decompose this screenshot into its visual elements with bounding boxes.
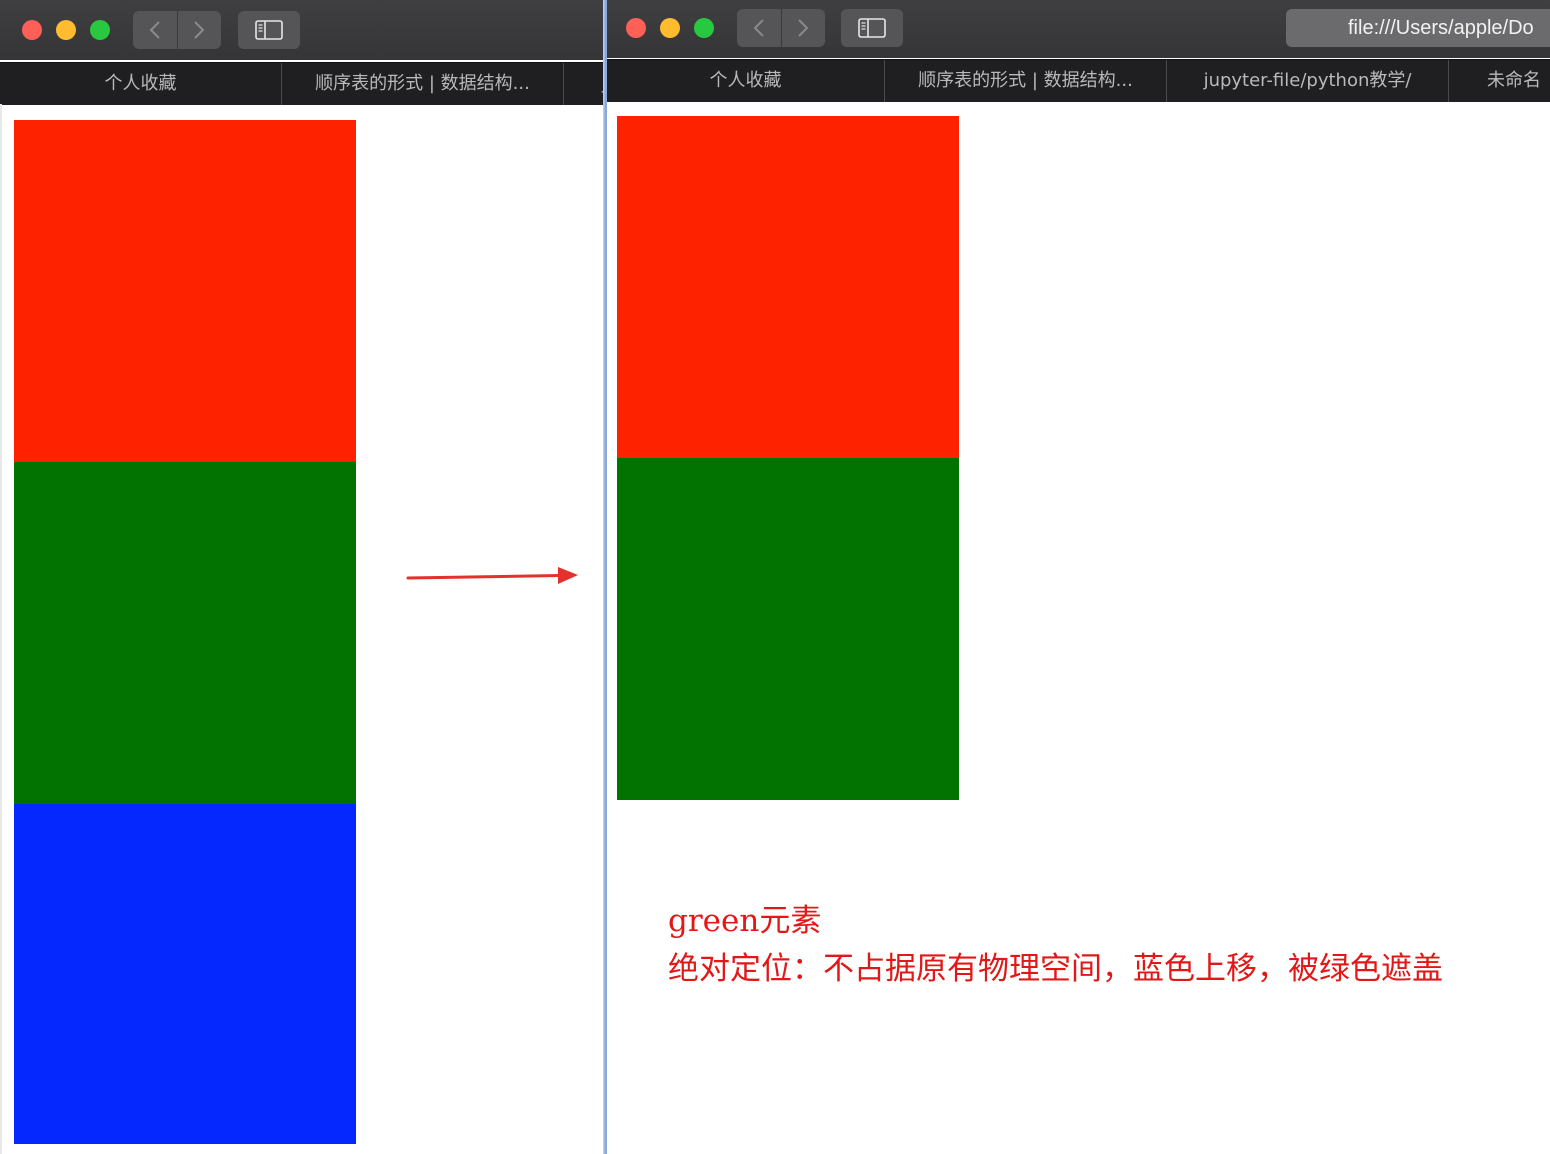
- tab-sequence-list[interactable]: 顺序表的形式 | 数据结构...: [282, 63, 564, 105]
- sidebar-toggle-button[interactable]: [841, 9, 903, 47]
- nav-buttons: [133, 11, 221, 49]
- chevron-right-icon: [194, 21, 205, 39]
- tab-untitled[interactable]: 未命名: [1449, 60, 1550, 102]
- annotation-line-2: 绝对定位：不占据原有物理空间，蓝色上移，被绿色遮盖: [668, 951, 1443, 987]
- tab-favorites[interactable]: 个人收藏: [607, 60, 885, 102]
- left-tab-bar: 个人收藏 顺序表的形式 | 数据结构... j: [0, 62, 604, 105]
- chevron-left-icon: [149, 21, 160, 39]
- page-edge: [0, 104, 2, 1154]
- tab-favorites[interactable]: 个人收藏: [0, 63, 282, 105]
- chevron-left-icon: [753, 19, 764, 37]
- back-button[interactable]: [737, 9, 781, 47]
- sidebar-icon: [255, 20, 283, 40]
- close-window-button[interactable]: [626, 18, 646, 38]
- green-box: [617, 458, 959, 800]
- green-box: [14, 462, 356, 804]
- right-titlebar: file:///Users/apple/Do: [607, 0, 1550, 58]
- minimize-window-button[interactable]: [660, 18, 680, 38]
- forward-button[interactable]: [780, 9, 826, 47]
- chevron-right-icon: [798, 19, 809, 37]
- annotation-line-1: green元素: [668, 903, 822, 939]
- left-titlebar: [0, 0, 604, 60]
- nav-buttons: [737, 9, 825, 47]
- close-window-button[interactable]: [22, 20, 42, 40]
- tab-sequence-list[interactable]: 顺序表的形式 | 数据结构...: [885, 60, 1167, 102]
- tab-jupyter-python[interactable]: jupyter-file/python教学/: [1167, 60, 1449, 102]
- right-browser-window: file:///Users/apple/Do 个人收藏 顺序表的形式 | 数据结…: [607, 0, 1550, 1154]
- red-box: [617, 116, 959, 458]
- tab-jupyter-partial[interactable]: j: [564, 63, 604, 105]
- left-browser-window: 个人收藏 顺序表的形式 | 数据结构... j: [0, 0, 604, 1154]
- blue-box: [14, 804, 356, 1144]
- zoom-window-button[interactable]: [90, 20, 110, 40]
- back-button[interactable]: [133, 11, 177, 49]
- screenshot-stage: 个人收藏 顺序表的形式 | 数据结构... j: [0, 0, 1550, 1154]
- red-box: [14, 120, 356, 462]
- sidebar-icon: [858, 18, 886, 38]
- arrow-right-icon: [406, 567, 578, 584]
- zoom-window-button[interactable]: [694, 18, 714, 38]
- right-tab-bar: 个人收藏 顺序表的形式 | 数据结构... jupyter-file/pytho…: [607, 59, 1550, 102]
- address-bar[interactable]: file:///Users/apple/Do: [1286, 9, 1550, 47]
- sidebar-toggle-button[interactable]: [238, 11, 300, 49]
- forward-button[interactable]: [176, 11, 222, 49]
- minimize-window-button[interactable]: [56, 20, 76, 40]
